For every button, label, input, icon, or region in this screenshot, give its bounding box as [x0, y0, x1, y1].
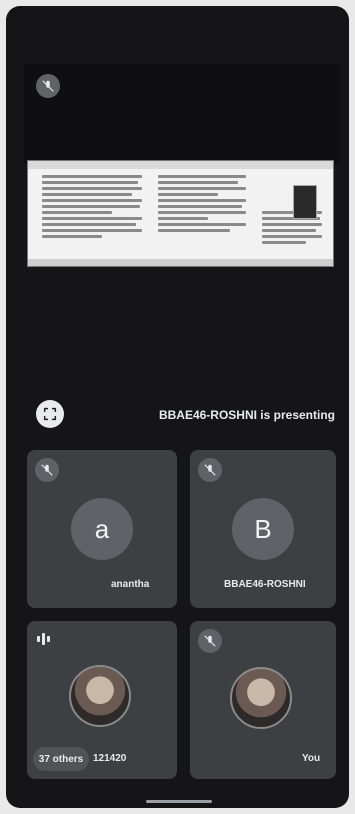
fullscreen-icon[interactable] [36, 400, 64, 428]
participant-name: anantha [111, 579, 150, 590]
mic-off-icon [198, 458, 222, 482]
shared-document-column-left [42, 175, 147, 241]
mic-off-icon [36, 74, 60, 98]
shared-screen-taskbar [28, 259, 333, 266]
document-photo [293, 185, 317, 219]
audio-active-icon [37, 633, 50, 645]
avatar: B [232, 498, 294, 560]
avatar [69, 665, 131, 727]
participant-tile[interactable]: a anantha [27, 450, 177, 608]
participant-tile[interactable]: 37 others 121420 [27, 621, 177, 779]
mic-off-icon [198, 629, 222, 653]
shared-document-column-middle [158, 175, 248, 235]
avatar: a [71, 498, 133, 560]
participant-name: 121420 [93, 753, 127, 764]
shared-screen[interactable] [27, 160, 334, 267]
shared-screen-toolbar [28, 161, 333, 169]
presenter-label: BBAE46-ROSHNI is presenting [158, 408, 335, 422]
mic-off-icon [35, 458, 59, 482]
participant-tile-self[interactable]: You [190, 621, 336, 779]
presentation-area [24, 64, 340, 164]
participant-name: BBAE46-ROSHNI [224, 579, 306, 590]
participant-tile[interactable]: B BBAE46-ROSHNI [190, 450, 336, 608]
avatar [230, 667, 292, 729]
others-count-badge[interactable]: 37 others [33, 747, 89, 771]
participant-name: You [302, 753, 321, 764]
home-indicator[interactable] [146, 800, 212, 803]
